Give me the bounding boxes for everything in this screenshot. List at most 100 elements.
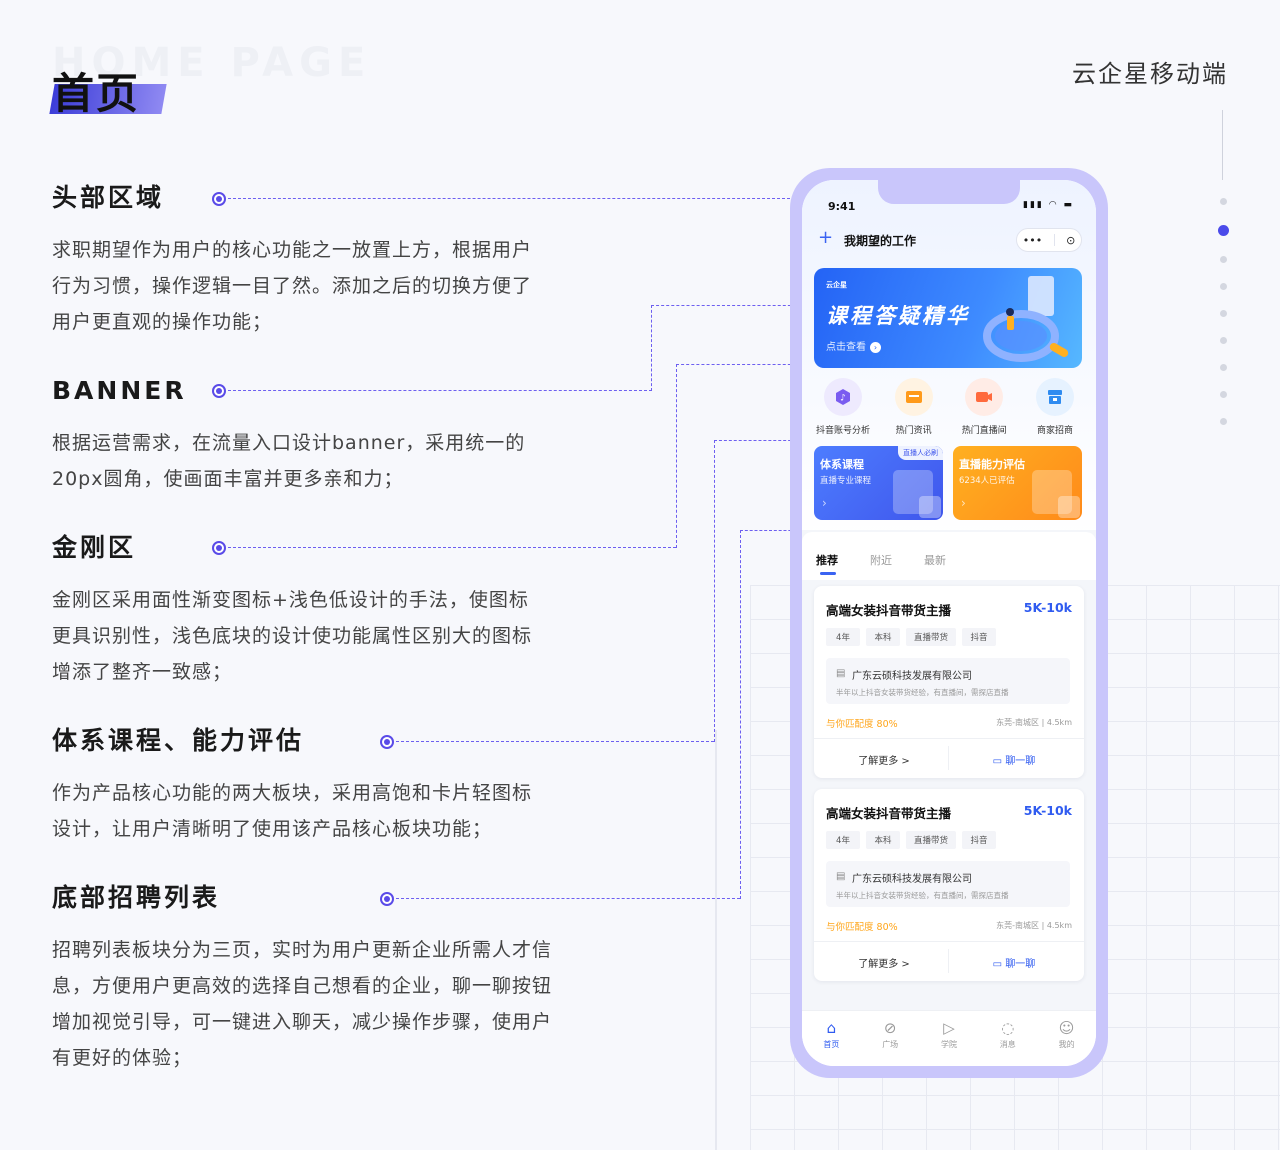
indicator-dot-active[interactable] (1218, 225, 1229, 236)
banner[interactable]: 云企星 课程答疑精华 点击查看 › (814, 268, 1082, 368)
phone-mockup: 9:41 ▮▮▮ ◠ ▬ + 我期望的工作 ••• ⊙ 云企星 课程答疑精华 点… (790, 168, 1108, 1078)
body-line: 用户更直观的操作功能； (52, 311, 273, 333)
match-rate: 与你匹配度 80% (826, 719, 898, 730)
tab-nearby[interactable]: 附近 (870, 552, 892, 568)
job-tabs: 推荐 附近 最新 (802, 532, 1096, 580)
banner-logo: 云企星 (826, 281, 847, 289)
indicator-dot[interactable] (1220, 310, 1227, 317)
connector-line (740, 530, 741, 899)
tabbar-messages[interactable]: ◌ 消息 (983, 1019, 1033, 1066)
chat-icon: ▭ (992, 756, 1006, 767)
tabbar-academy[interactable]: ▷ 学院 (924, 1019, 974, 1066)
tabbar-label: 我的 (1058, 1040, 1075, 1049)
job-tag: 本科 (866, 831, 900, 849)
section-job-list: 底部招聘列表 招聘列表板块分为三页，实时为用户更新企业所需人才信 息，方便用户更… (52, 880, 632, 1076)
job-location: 东莞-南城区 | 4.5km (996, 718, 1072, 727)
tabbar-label: 首页 (823, 1040, 840, 1049)
section-title: BANNER (52, 376, 187, 405)
job-tag: 抖音 (962, 628, 997, 646)
learn-more-button[interactable]: 了解更多 > (844, 752, 924, 767)
tabbar-label: 消息 (999, 1040, 1016, 1049)
course-card-sub: 6234人已评估 (959, 476, 1015, 486)
body-line: 金刚区采用面性渐变图标+浅色低设计的手法，使图标 (52, 589, 529, 611)
connector-line (396, 741, 714, 742)
svg-text:♪: ♪ (840, 394, 846, 404)
company-info[interactable]: ▤ 广东云硕科技发展有限公司 半年以上抖音女装带货经验，有直播间，需探店直播 (826, 658, 1070, 704)
tab-recommend[interactable]: 推荐 (816, 552, 838, 568)
company-name: 广东云硕科技发展有限公司 (852, 671, 972, 682)
chat-button[interactable]: ▭ 聊一聊 (974, 955, 1054, 970)
job-card[interactable]: 高端女装抖音带货主播 5K-10k 4年 本科 直播带货 抖音 ▤ 广东云硕科技… (814, 586, 1084, 778)
banner-subtitle[interactable]: 点击查看 › (826, 338, 881, 353)
indicator-dot[interactable] (1220, 198, 1227, 205)
indicator-dot[interactable] (1220, 391, 1227, 398)
indicator-dot[interactable] (1220, 256, 1227, 263)
body-line: 有更好的体验； (52, 1047, 193, 1069)
phone-notch (878, 180, 1020, 204)
body-line: 招聘列表板块分为三页，实时为用户更新企业所需人才信 (52, 939, 553, 961)
shortcut-hot-news[interactable]: 热门资讯 (879, 378, 949, 436)
grid-line (715, 730, 717, 1150)
divider-line (1222, 110, 1223, 180)
shortcut-merchant[interactable]: 商家招商 (1020, 378, 1090, 436)
course-card-title: 直播能力评估 (959, 458, 1025, 471)
tabbar-profile[interactable]: ☺ 我的 (1042, 1019, 1092, 1066)
connector-line (228, 198, 790, 199)
body-line: 设计，让用户清晰明了使用该产品核心板块功能； (52, 818, 493, 840)
record-icon[interactable]: ⊙ (1066, 234, 1075, 247)
shortcut-hot-live[interactable]: 热门直播间 (949, 378, 1019, 436)
battery-icon: ▬ (1063, 200, 1074, 210)
chat-label: 聊一聊 (1005, 959, 1036, 970)
section-body: 求职期望作为用户的核心功能之一放置上方，根据用户 行为习惯，操作逻辑一目了然。添… (52, 232, 612, 340)
nav-title[interactable]: 我期望的工作 (844, 232, 916, 249)
match-rate: 与你匹配度 80% (826, 922, 898, 933)
job-title: 高端女装抖音带货主播 (826, 603, 952, 618)
banner-subtitle-text: 点击查看 (826, 342, 866, 353)
connector-line (651, 305, 801, 306)
tabbar-home[interactable]: ⌂ 首页 (806, 1019, 856, 1066)
tab-latest[interactable]: 最新 (924, 552, 946, 568)
course-badge: 直播人必刷 (898, 446, 943, 460)
section-body: 作为产品核心功能的两大板块，采用高饱和卡片轻图标 设计，让用户清晰明了使用该产品… (52, 775, 612, 847)
shortcut-tiktok-analysis[interactable]: ♪ 抖音账号分析 (808, 378, 878, 436)
indicator-dot[interactable] (1220, 283, 1227, 290)
tab-indicator (820, 572, 836, 575)
connector-line (651, 305, 652, 391)
system-course-card[interactable]: 直播人必刷 体系课程 直播专业课程 › (814, 446, 943, 520)
news-icon (894, 378, 933, 416)
course-card-title: 体系课程 (820, 458, 864, 471)
job-title: 高端女装抖音带货主播 (826, 806, 952, 821)
job-tag: 本科 (866, 628, 900, 646)
signal-icon: ▮▮▮ (1023, 200, 1044, 210)
card-divider (814, 738, 1084, 739)
live-camera-icon (965, 378, 1004, 416)
job-tag: 抖音 (962, 831, 997, 849)
job-card[interactable]: 高端女装抖音带货主播 5K-10k 4年 本科 直播带货 抖音 ▤ 广东云硕科技… (814, 789, 1084, 981)
company-info[interactable]: ▤ 广东云硕科技发展有限公司 半年以上抖音女装带货经验，有直播间，需探店直播 (826, 861, 1070, 907)
card-divider-vertical (948, 746, 949, 770)
connector-line (676, 364, 801, 365)
more-dots-icon[interactable]: ••• (1023, 234, 1042, 247)
chat-label: 聊一聊 (1005, 756, 1036, 767)
wifi-icon: ◠ (1048, 200, 1059, 210)
learn-more-button[interactable]: 了解更多 > (844, 955, 924, 970)
indicator-dot[interactable] (1220, 337, 1227, 344)
tabbar-square[interactable]: ⊘ 广场 (865, 1019, 915, 1066)
building-icon: ▤ (836, 668, 846, 679)
shortcut-label: 抖音账号分析 (815, 426, 870, 436)
body-line: 作为产品核心功能的两大板块，采用高饱和卡片轻图标 (52, 782, 533, 804)
ability-assessment-card[interactable]: 直播能力评估 6234人已评估 › (953, 446, 1082, 520)
section-king-kong: 金刚区 金刚区采用面性渐变图标+浅色低设计的手法，使图标 更具识别性，浅色底块的… (52, 530, 612, 690)
connector-line (676, 364, 677, 548)
tabbar-label: 广场 (882, 1040, 899, 1049)
report-icon (1032, 470, 1080, 518)
section-title: 金刚区 (52, 533, 137, 562)
chat-button[interactable]: ▭ 聊一聊 (974, 752, 1054, 767)
indicator-dot[interactable] (1220, 418, 1227, 425)
plus-icon[interactable]: + (818, 229, 833, 247)
connector-line (714, 440, 801, 441)
connector-line (228, 390, 652, 391)
brand-label: 云企星移动端 (1072, 60, 1228, 88)
company-name: 广东云硕科技发展有限公司 (852, 874, 972, 885)
indicator-dot[interactable] (1220, 364, 1227, 371)
